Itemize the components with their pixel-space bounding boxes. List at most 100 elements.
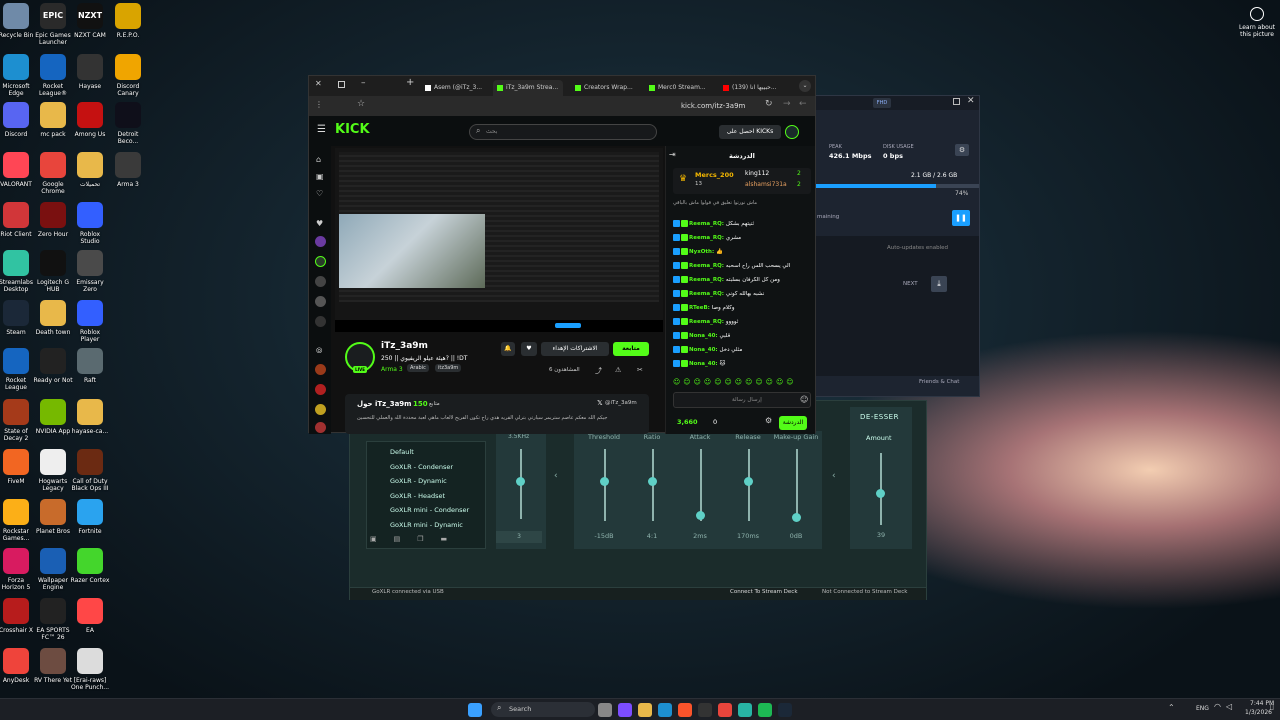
channel-avatar-4[interactable] [315, 296, 326, 307]
desktop-icon[interactable]: Emissary Zero [70, 250, 110, 293]
desktop-icon[interactable]: Rockstar Games... [0, 499, 36, 542]
stream-quality-badge[interactable]: FHD [873, 98, 891, 108]
subscribe-button[interactable]: الاشتراكات الإهداء [541, 342, 609, 356]
desktop-icon[interactable]: Steam [0, 300, 36, 336]
channel-avatar-3[interactable] [315, 276, 326, 287]
copy-preset-icon[interactable]: ❐ [417, 535, 440, 543]
minimize-window-icon[interactable]: – [361, 78, 366, 88]
learn-about-picture[interactable]: Learn about this picture [1236, 7, 1278, 38]
friends-chat-button[interactable]: Friends & Chat [919, 379, 959, 385]
save-preset-icon[interactable]: ▣ [370, 535, 394, 543]
desktop-icon[interactable]: Rocket League [0, 348, 36, 391]
desktop-icon[interactable]: mc pack [33, 102, 73, 138]
x-handle-link[interactable]: @iTz_3a9m [605, 400, 637, 406]
taskbar-search[interactable]: ⌕ Search [491, 702, 595, 717]
steam-maximize-button[interactable] [953, 98, 960, 105]
tray-chevron-icon[interactable]: ⌃ [1168, 703, 1175, 712]
file-explorer-icon[interactable] [638, 702, 652, 717]
emoji-icon[interactable]: ☺ [800, 395, 808, 404]
desktop-icon[interactable]: تحميلات [70, 152, 110, 188]
notification-bell-icon[interactable]: ▯ [1270, 703, 1274, 711]
channel-avatar-9[interactable] [315, 422, 326, 433]
chat-username[interactable]: Nona_40: [689, 361, 720, 367]
delete-preset-icon[interactable]: ▬ [441, 535, 465, 543]
desktop-icon[interactable]: EA [70, 598, 110, 634]
chrome-taskbar-icon[interactable] [718, 702, 732, 717]
desktop-icon[interactable]: Hogwarts Legacy [33, 449, 73, 492]
clock-date[interactable]: 1/3/2026 [1245, 709, 1272, 716]
desktop-icon[interactable]: RV There Yet [33, 648, 73, 684]
desktop-icon[interactable]: Among Us [70, 102, 110, 138]
chat-input[interactable]: إرسال رسالة ☺ [673, 392, 811, 408]
chat-settings-icon[interactable]: ⚙ [765, 416, 772, 425]
collapse-chat-icon[interactable]: ⇥ [669, 150, 676, 159]
favorite-heart-button[interactable]: ♥ [521, 342, 537, 356]
eq-slider-knob[interactable] [516, 477, 525, 486]
browser-tab[interactable]: iTz_3a9m Strea... [493, 80, 563, 96]
desktop-icon[interactable]: Call of Duty Black Ops III [70, 449, 110, 492]
preset-item[interactable]: GoXLR mini - Dynamic [390, 518, 469, 533]
new-tab-button[interactable]: + [406, 77, 414, 88]
desktop-icon[interactable]: Raft [70, 348, 110, 384]
reload-icon[interactable]: ↻ [765, 99, 773, 109]
deesser-slider-knob[interactable] [876, 488, 885, 498]
steam-taskbar-icon[interactable] [778, 702, 792, 717]
desktop-icon[interactable]: Discord [0, 102, 36, 138]
desktop-icon[interactable]: FiveM [0, 449, 36, 485]
edge-taskbar-icon[interactable] [658, 702, 672, 717]
desktop-icon[interactable]: EA SPORTS FC™ 26 [33, 598, 73, 641]
desktop-icon[interactable]: Fortnite [70, 499, 110, 535]
chat-username[interactable]: Reema_RQ: [689, 235, 726, 241]
settings-gear-button[interactable]: ⚙ [955, 144, 969, 156]
download-next-button[interactable]: ⤓ [931, 276, 947, 292]
task-view-icon[interactable] [598, 702, 612, 717]
steam-close-button[interactable]: ✕ [967, 96, 975, 106]
desktop-icon[interactable]: Arma 3 [108, 152, 148, 188]
chat-username[interactable]: RTeeB: [689, 305, 712, 311]
restore-window-icon[interactable] [338, 81, 345, 88]
desktop-icon[interactable]: Ready or Not [33, 348, 73, 384]
chat-username[interactable]: Nona_40: [689, 333, 720, 339]
desktop-icon[interactable]: Riot Client [0, 202, 36, 238]
video-progress[interactable] [555, 323, 581, 328]
hamburger-menu-icon[interactable]: ☰ [317, 124, 326, 135]
left-chevron-icon-2[interactable]: ‹ [832, 471, 836, 481]
pause-button[interactable]: ❚❚ [952, 210, 970, 226]
channel-avatar-5[interactable] [315, 316, 326, 327]
tag-arabic[interactable]: Arabic [407, 364, 429, 372]
browser-tab[interactable]: Creators Wrap... [571, 80, 641, 96]
desktop-icon[interactable]: Planet Bros [33, 499, 73, 535]
wifi-icon[interactable]: ◠ [1214, 702, 1221, 711]
game-category[interactable]: Arma 3 [381, 366, 403, 373]
spotify-icon[interactable] [758, 702, 772, 717]
copilot-icon[interactable] [618, 702, 632, 717]
notification-bell-button[interactable]: 🔔 [501, 342, 515, 356]
brave-icon[interactable] [678, 702, 692, 717]
chat-username[interactable]: Reema_RQ: [689, 319, 726, 325]
desktop-icon[interactable]: Streamlabs Desktop [0, 250, 36, 293]
video-player[interactable] [335, 148, 663, 332]
desktop-icon[interactable]: hayase-ca... [70, 399, 110, 435]
preset-item[interactable]: GoXLR mini - Condenser [390, 503, 469, 518]
desktop-icon[interactable]: Roblox Studio [70, 202, 110, 245]
browser-tab[interactable]: Asem (@iTz_3... [421, 80, 491, 96]
tag-channel[interactable]: itz3a9m [435, 364, 462, 372]
chat-username[interactable]: Reema_RQ: [689, 263, 726, 269]
left-chevron-icon[interactable]: ‹ [554, 471, 558, 481]
desktop-icon[interactable]: Hayase [70, 54, 110, 90]
browser-tab[interactable]: (139) حبيبها انا... [719, 80, 789, 96]
connect-stream-deck-button[interactable]: Connect To Stream Deck [730, 589, 798, 595]
desktop-icon[interactable]: Death town [33, 300, 73, 336]
preset-item[interactable]: GoXLR - Condenser [390, 460, 469, 475]
desktop-icon[interactable]: Discord Canary [108, 54, 148, 97]
chat-username[interactable]: NyxOth: [689, 249, 716, 255]
chat-username[interactable]: Reema_RQ: [689, 291, 726, 297]
url-text[interactable]: kick.com/itz-3a9m [681, 102, 745, 110]
preset-item[interactable]: GoXLR - Headset [390, 489, 469, 504]
top-gifter-2[interactable]: king112 [745, 170, 769, 177]
desktop-icon[interactable]: AnyDesk [0, 648, 36, 684]
channel-avatar-7[interactable] [315, 384, 326, 395]
desktop-icon[interactable]: Wallpaper Engine [33, 548, 73, 591]
goxlr-taskbar-icon[interactable] [738, 702, 752, 717]
chat-username[interactable]: Reema_RQ: [689, 277, 726, 283]
